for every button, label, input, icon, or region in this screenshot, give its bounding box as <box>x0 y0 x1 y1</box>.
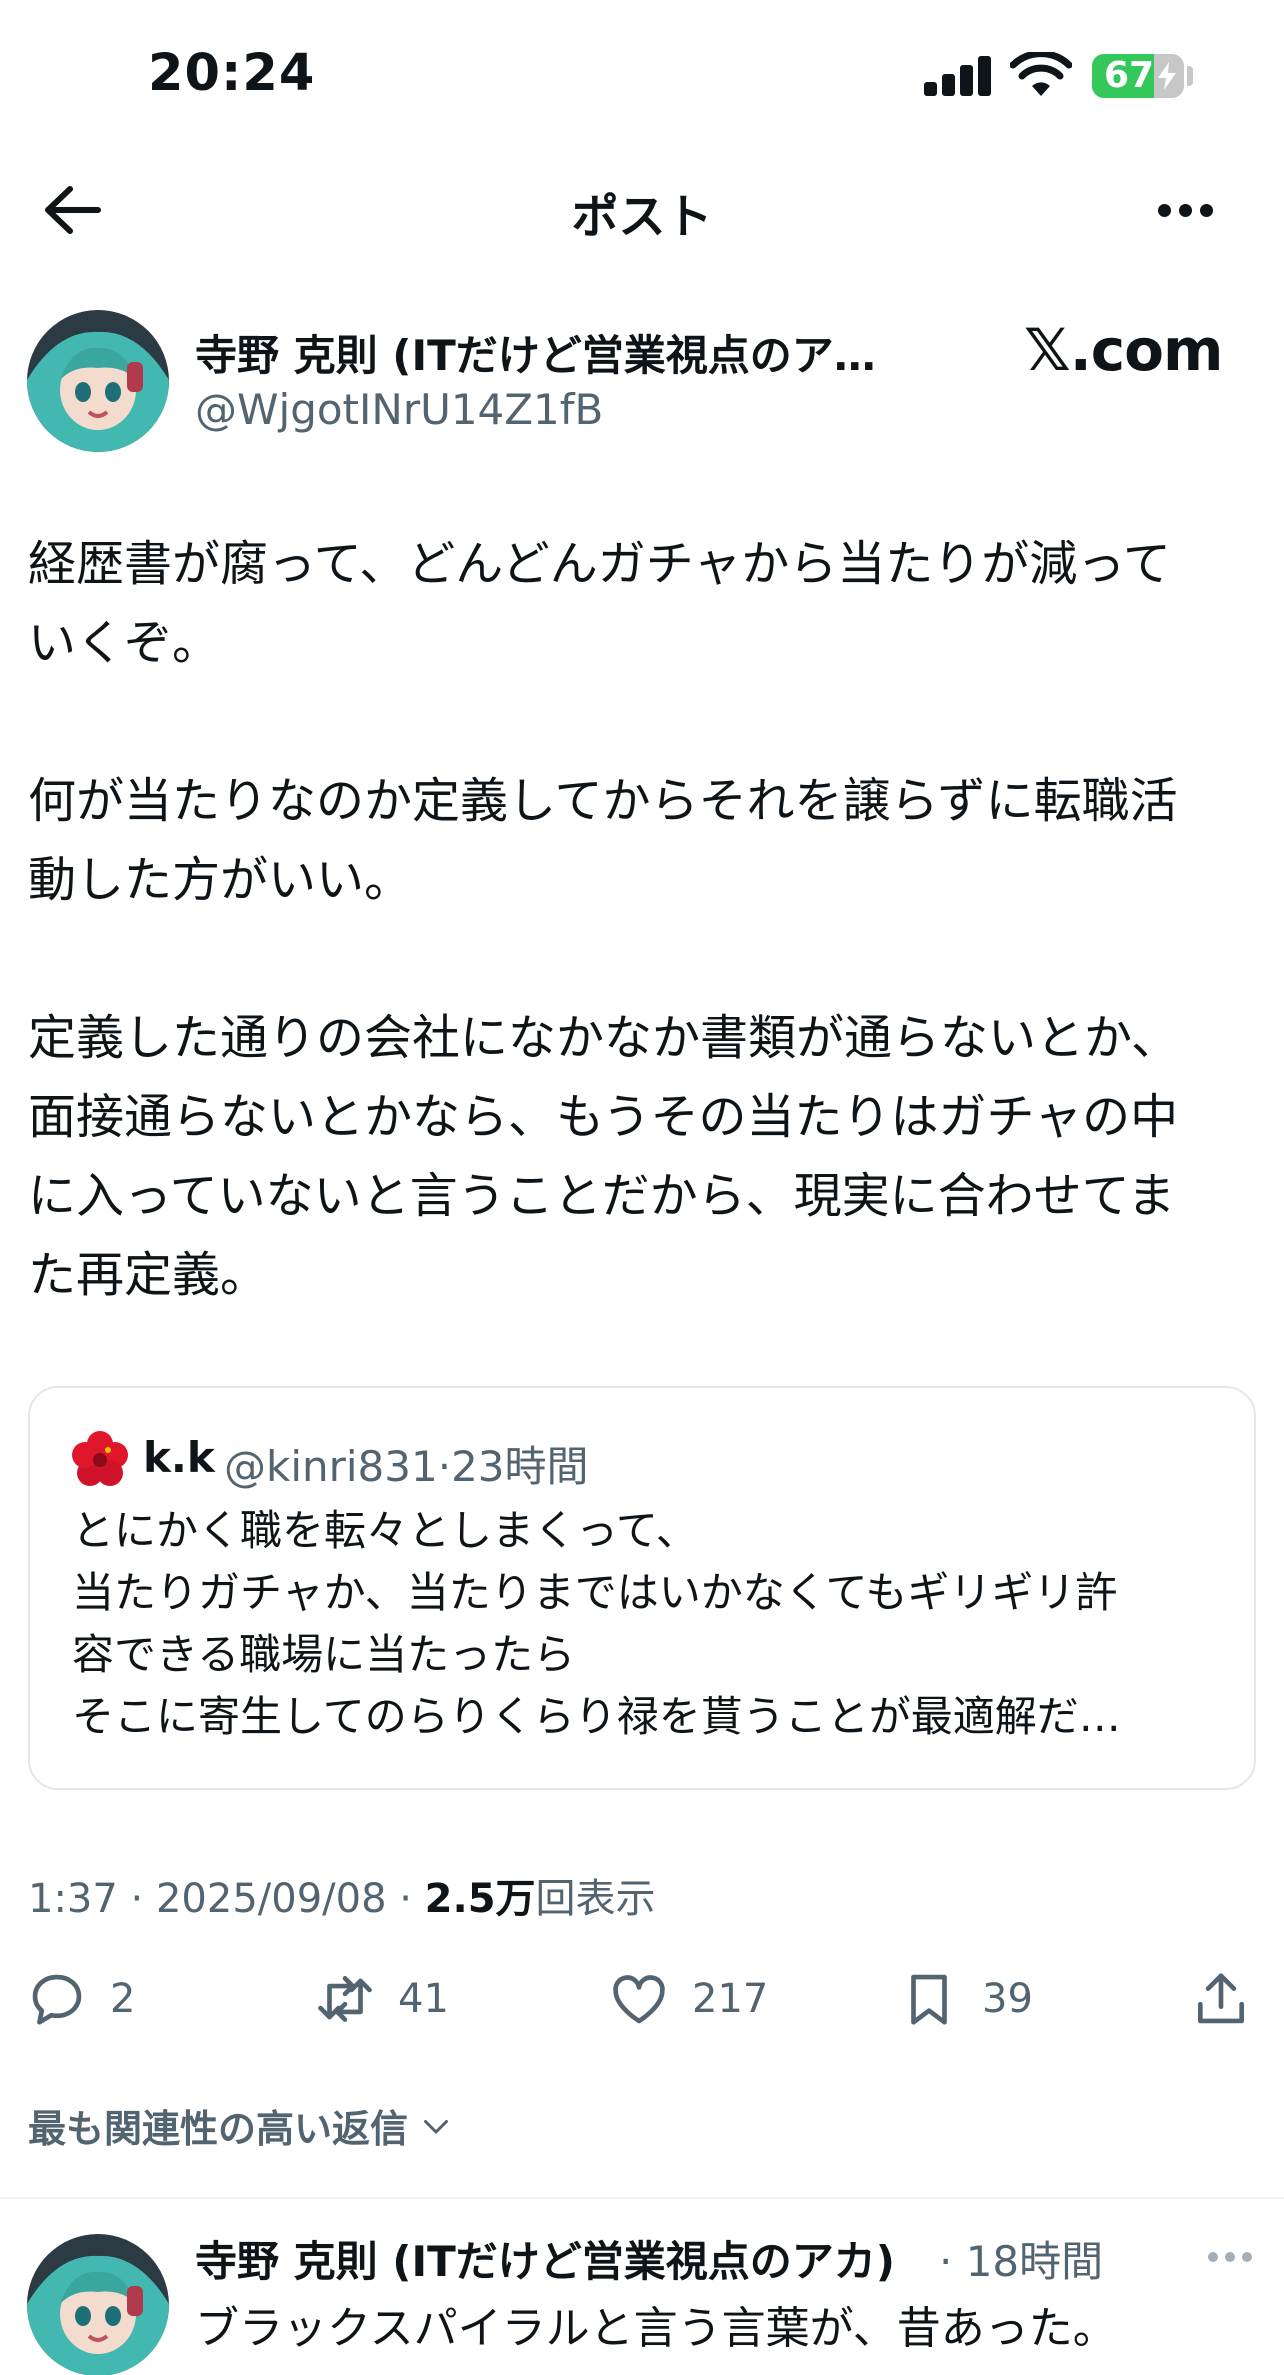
charging-bolt-icon <box>1158 62 1176 90</box>
quote-author-name: k.k <box>143 1433 215 1482</box>
quote-line: 当たりガチャか、当たりまではいかなくてもギリギリ許 <box>72 1568 1118 1617</box>
hibiscus-icon <box>72 1431 128 1486</box>
battery-cap <box>1187 66 1193 86</box>
reply-author-name[interactable]: 寺野 克則 (ITだけど営業視点のアカ) <box>195 2228 895 2289</box>
post-body-line: 経歴書が腐って、どんどんガチャから当たりが減って <box>28 536 1171 592</box>
reply-text: ブラックスパイラルと言う言葉が、昔あった。 <box>195 2303 1117 2354</box>
post-meta: 1:37 · 2025/09/08 · 2.5万回表示 <box>28 1866 656 1924</box>
post-body-line: 定義した通りの会社になかなか書類が通らないとか、 <box>28 1010 1180 1066</box>
repost-count: 41 <box>398 1976 449 2022</box>
author-handle[interactable]: @WjgotINrU14Z1fB <box>195 385 603 434</box>
quote-line: 容できる職場に当たったら <box>72 1630 576 1679</box>
repost-icon <box>318 1976 372 2022</box>
post-timestamp: 1:37 · 2025/09/08 · <box>28 1876 425 1922</box>
status-bar: 20:24 67 <box>0 0 1284 150</box>
repost-button[interactable]: 41 <box>314 1966 449 2032</box>
like-count: 217 <box>692 1976 769 2022</box>
replies-sort-label: 最も関連性の高い返信 <box>28 2107 409 2151</box>
battery-icon: 67 <box>1092 54 1184 98</box>
reply-author-avatar[interactable] <box>27 2234 169 2375</box>
quote-text: とにかく職を転々としまくって、 当たりガチャか、当たりまではいかなくてもギリギリ… <box>72 1500 1222 1748</box>
xcom-watermark: 𝕏.com <box>1024 316 1223 384</box>
heart-icon <box>613 1975 665 2024</box>
more-horizontal-icon[interactable] <box>1208 2252 1252 2264</box>
author-name[interactable]: 寺野 克則 (ITだけど営業視点のア… <box>195 322 876 383</box>
post-body-line: いくぞ。 <box>28 615 221 671</box>
status-time: 20:24 <box>148 44 316 103</box>
post-body-line: 動した方がいい。 <box>28 852 413 908</box>
post-body-line: に入っていないと言うことだから、現実に合わせてま <box>28 1168 1176 1224</box>
chevron-down-icon <box>424 2119 449 2133</box>
quote-author-handle: @kinri831 <box>224 1442 438 1491</box>
quote-time: 23時間 <box>451 1442 589 1491</box>
bookmark-button[interactable]: 39 <box>898 1966 1033 2032</box>
reply-button[interactable]: 2 <box>26 1966 135 2032</box>
post-body-line: 何が当たりなのか定義してからそれを譲らずに転職活 <box>28 773 1178 829</box>
share-icon <box>1198 1973 1244 2024</box>
views-label: 回表示 <box>535 1876 656 1922</box>
page-title: ポスト <box>571 190 713 245</box>
reply-count: 2 <box>110 1976 136 2022</box>
views-count: 2.5万 <box>424 1876 536 1922</box>
quote-line: とにかく職を転々としまくって、 <box>72 1506 698 1555</box>
post-body-line: 面接通らないとかなら、もうその当たりはガチャの中 <box>28 1089 1179 1145</box>
author-avatar[interactable] <box>27 310 169 452</box>
like-button[interactable]: 217 <box>608 1966 768 2032</box>
more-horizontal-icon[interactable] <box>1150 194 1222 226</box>
nav-header: ポスト <box>0 150 1284 270</box>
quote-meta: @kinri831·23時間 <box>224 1433 589 1494</box>
signal-icon <box>924 56 992 96</box>
battery-percent: 67 <box>1103 55 1155 96</box>
reply-time: · 18時間 <box>939 2237 1104 2286</box>
replies-sort-dropdown[interactable]: 最も関連性の高い返信 <box>28 2098 454 2153</box>
reply-icon <box>32 1974 82 2025</box>
post-body: 経歴書が腐って、どんどんガチャから当たりが減って いくぞ。何が当たりなのか定義して… <box>28 525 1258 1315</box>
divider <box>0 2197 1284 2199</box>
quoted-post[interactable]: k.k @kinri831·23時間 とにかく職を転々としまくって、 当たりガチ… <box>28 1386 1256 1790</box>
quote-separator: · <box>437 1442 452 1491</box>
quote-line: そこに寄生してのらりくらり禄を貰うことが最適解だ… <box>72 1692 1121 1741</box>
wifi-icon <box>1010 52 1072 96</box>
bookmark-count: 39 <box>982 1976 1033 2022</box>
share-button[interactable] <box>1190 1966 1252 2032</box>
post-body-line: た再定義。 <box>28 1247 269 1303</box>
bookmark-icon <box>911 1974 947 2025</box>
